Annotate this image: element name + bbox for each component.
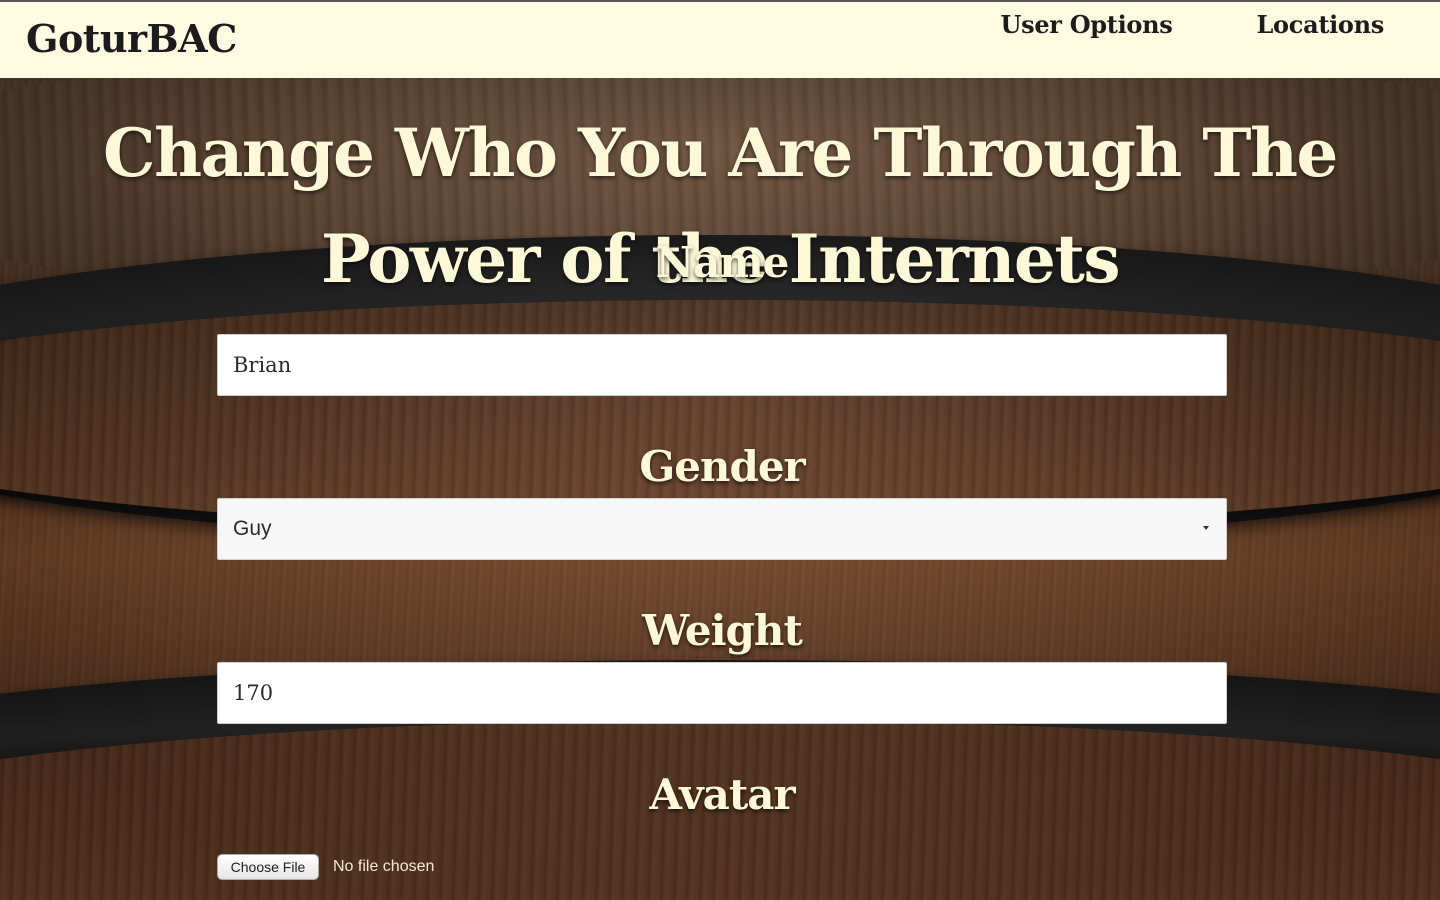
choose-file-button[interactable]: Choose File <box>217 854 319 880</box>
caret-down-icon <box>1203 526 1209 530</box>
nav-link-locations[interactable]: Locations <box>1256 10 1384 39</box>
name-label: Name <box>655 238 790 287</box>
gender-label: Gender <box>639 442 805 491</box>
avatar-file-row: Choose File No file chosen <box>217 852 1227 882</box>
weight-input[interactable] <box>217 662 1227 724</box>
file-status-text: No file chosen <box>333 858 435 875</box>
avatar-label: Avatar <box>649 770 795 819</box>
gender-select-value[interactable]: Guy <box>217 498 1227 560</box>
user-options-form: Name Gender Guy Weight Avatar Choose Fil… <box>217 232 1227 882</box>
nav-links: User Options Locations <box>1000 10 1384 39</box>
weight-label: Weight <box>642 606 803 655</box>
name-input[interactable] <box>217 334 1227 396</box>
nav-link-user-options[interactable]: User Options <box>1000 10 1172 39</box>
brand-logo-text[interactable]: GoturBAC <box>26 16 237 61</box>
gender-select[interactable]: Guy <box>217 498 1227 560</box>
top-navbar: GoturBAC User Options Locations <box>0 0 1440 78</box>
